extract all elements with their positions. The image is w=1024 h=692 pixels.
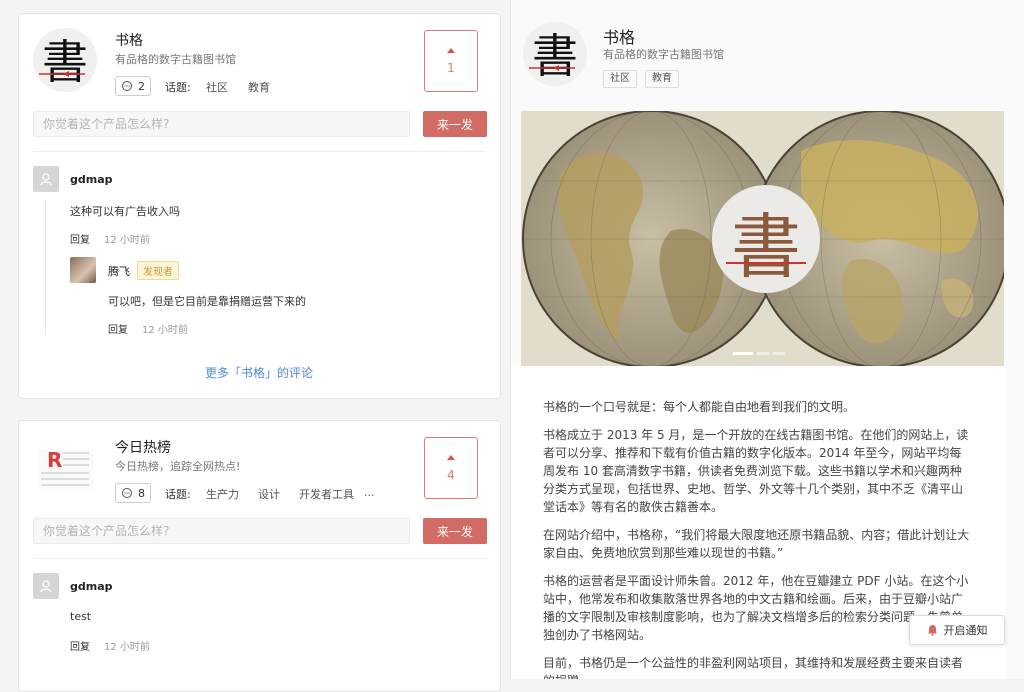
reply-meta: 回复 12 小时前: [108, 321, 188, 336]
product-gallery-image[interactable]: 書: [521, 111, 1004, 366]
comment-time: 12 小时前: [104, 235, 150, 246]
comment-meta: 回复 12 小时前: [70, 638, 150, 653]
topic-link[interactable]: 生产力: [206, 486, 239, 502]
submit-comment-button[interactable]: 来一发: [423, 518, 487, 544]
article-paragraph: 书格的一个口号就是：每个人都能自由地看到我们的文明。: [543, 400, 856, 414]
discoverer-badge: 发现者: [137, 261, 179, 280]
detail-panel: 書 书格 有品格的数字古籍图书馆 社区 教育 書 书格的一个口号就是：每个人都能…: [510, 0, 1024, 679]
comment-input[interactable]: 你觉着这个产品怎么样?: [33, 518, 410, 544]
avatar[interactable]: [33, 573, 59, 599]
enable-notifications-button[interactable]: 开启通知: [909, 615, 1005, 645]
upvote-arrow-icon: [447, 454, 455, 460]
reply-link[interactable]: 回复: [108, 325, 128, 336]
product-tagline: 今日热榜，追踪全网热点!: [115, 460, 241, 473]
user-icon: [40, 173, 52, 186]
bell-icon: [927, 625, 937, 636]
topics-label: 话题:: [165, 81, 191, 94]
product-card-tophub: R 今日热榜 今日热榜，追踪全网热点! 8 话题: 生产力 设计 开发者工具 .…: [18, 420, 501, 692]
vote-count: 1: [447, 60, 455, 75]
comment-icon: [122, 488, 132, 498]
vote-count: 4: [447, 467, 455, 482]
comment-count-value: 2: [138, 79, 145, 93]
comment-author[interactable]: gdmap: [70, 173, 113, 186]
tophub-logo[interactable]: R: [33, 435, 97, 499]
svg-text:書: 書: [532, 29, 578, 83]
thread-line: [45, 200, 46, 334]
comment-author[interactable]: gdmap: [70, 580, 113, 593]
comment-count-button[interactable]: 8: [115, 483, 151, 503]
comment-count-button[interactable]: 2: [115, 76, 151, 96]
reply-author[interactable]: 腾飞: [108, 263, 130, 279]
comment-icon: [122, 81, 132, 91]
comment-time: 12 小时前: [104, 642, 150, 653]
article-paragraph: 目前，书格仍是一个公益性的非盈利网站项目，其维持和发展经费主要来自读者的捐赠。: [543, 656, 964, 679]
detail-title: 书格: [603, 28, 636, 47]
product-name[interactable]: 书格: [115, 30, 143, 50]
comment-text: test: [70, 610, 92, 623]
reply-link[interactable]: 回复: [70, 642, 90, 653]
topics-label: 话题:: [165, 488, 191, 501]
product-card-shuge: 書 书格 有品格的数字古籍图书馆 2 话题: 社区 教育 1 你觉着这个产品怎么…: [18, 13, 501, 399]
product-name[interactable]: 今日热榜: [115, 437, 171, 457]
topic-link[interactable]: 教育: [248, 79, 270, 95]
svg-text:書: 書: [42, 35, 88, 89]
topic-link[interactable]: 开发者工具: [299, 486, 354, 502]
upvote-button[interactable]: 1: [424, 30, 478, 92]
detail-logo: 書: [523, 22, 587, 86]
topic-link[interactable]: 社区: [206, 79, 228, 95]
avatar[interactable]: [33, 166, 59, 192]
comment-input[interactable]: 你觉着这个产品怎么样?: [33, 111, 410, 137]
reply-time: 12 小时前: [142, 325, 188, 336]
more-topics[interactable]: ...: [364, 486, 375, 499]
divider: [33, 151, 486, 152]
shuge-logo[interactable]: 書: [33, 28, 97, 92]
article-paragraph: 书格成立于 2013 年 5 月，是一个开放的在线古籍图书馆。在他们的网站上，读…: [543, 428, 969, 514]
reply-link[interactable]: 回复: [70, 235, 90, 246]
comment-count-value: 8: [138, 486, 145, 500]
upvote-arrow-icon: [447, 47, 455, 53]
detail-tag[interactable]: 教育: [645, 70, 679, 88]
detail-tag[interactable]: 社区: [603, 70, 637, 88]
divider: [33, 558, 486, 559]
article-paragraph: 在网站介绍中，书格称，“我们将最大限度地还原书籍品貌、内容；借此计划让大家自由、…: [543, 528, 970, 560]
topic-link[interactable]: 设计: [258, 486, 280, 502]
comment-meta: 回复 12 小时前: [70, 231, 150, 246]
reply-text: 可以吧，但是它目前是靠捐赠运营下来的: [108, 295, 306, 308]
submit-comment-button[interactable]: 来一发: [423, 111, 487, 137]
comment-text: 这种可以有广告收入吗: [70, 205, 180, 218]
reply-avatar[interactable]: [70, 257, 96, 283]
user-icon: [40, 580, 52, 593]
notify-label: 开启通知: [943, 624, 988, 637]
more-comments-link[interactable]: 更多「书格」的评论: [205, 364, 313, 381]
svg-text:書: 書: [731, 206, 801, 288]
product-tagline: 有品格的数字古籍图书馆: [115, 53, 236, 66]
svg-text:R: R: [47, 448, 62, 472]
detail-tagline: 有品格的数字古籍图书馆: [603, 48, 724, 61]
upvote-button[interactable]: 4: [424, 437, 478, 499]
